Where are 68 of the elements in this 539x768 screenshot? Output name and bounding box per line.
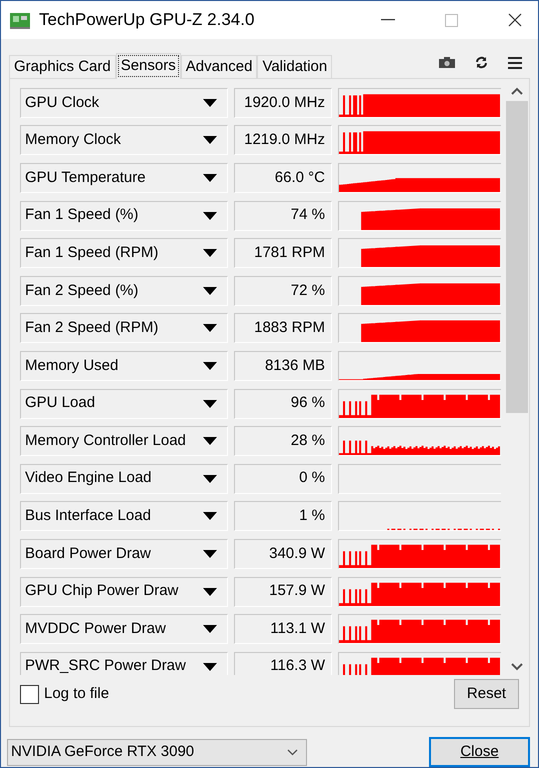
close-button[interactable]: Close: [429, 737, 530, 767]
scrollbar-thumb[interactable]: [506, 101, 528, 413]
sensor-value: 72 %: [234, 276, 332, 306]
chevron-icon: [287, 748, 298, 756]
sensor-value: 8136 MB: [234, 350, 332, 381]
sensor-dropdown[interactable]: Memory Clock: [20, 125, 228, 156]
sensor-value: 340.9 W: [234, 538, 332, 569]
scroll-up-icon[interactable]: [511, 87, 524, 95]
sensor-dropdown[interactable]: Fan 2 Speed (%): [20, 276, 228, 306]
minimize-icon[interactable]: [381, 19, 395, 21]
sensor-dropdown[interactable]: GPU Temperature: [20, 162, 228, 193]
dropdown-arrow-icon: [203, 249, 217, 258]
sensor-dropdown[interactable]: Fan 1 Speed (RPM): [20, 238, 228, 268]
sensor-dropdown[interactable]: Memory Used: [20, 350, 228, 381]
sensor-value: 1920.0 MHz: [234, 88, 332, 118]
camera-icon[interactable]: [439, 57, 455, 68]
dropdown-arrow-icon: [203, 550, 217, 558]
sensor-value: 66.0 °C: [234, 162, 332, 193]
tab[interactable]: Graphics Card: [9, 55, 116, 79]
dropdown-arrow-icon: [203, 136, 217, 144]
sensor-dropdown[interactable]: Fan 1 Speed (%): [20, 200, 228, 231]
tab[interactable]: Validation: [257, 55, 332, 79]
sensor-value: 0 %: [234, 464, 332, 494]
sensor-dropdown[interactable]: GPU Clock: [20, 88, 228, 118]
gpu-dropdown[interactable]: NVIDIA GeForce RTX 3090: [7, 738, 307, 766]
reset-button[interactable]: Reset: [454, 679, 519, 709]
window-title: TechPowerUp GPU-Z 2.34.0: [39, 9, 254, 32]
dropdown-arrow-icon: [203, 588, 217, 596]
tab[interactable]: Sensors: [116, 53, 181, 79]
sensor-dropdown[interactable]: GPU Load: [20, 388, 228, 419]
checkbox[interactable]: [20, 684, 39, 704]
dropdown-arrow-icon: [203, 512, 217, 520]
dropdown-arrow-icon: [203, 212, 217, 220]
dropdown-arrow-icon: [203, 174, 217, 182]
sensor-value: 1 %: [234, 501, 332, 532]
sensor-dropdown[interactable]: Video Engine Load: [20, 464, 228, 494]
sensor-dropdown[interactable]: Board Power Draw: [20, 538, 228, 569]
sensor-value: 28 %: [234, 426, 332, 456]
close-icon[interactable]: [508, 13, 522, 27]
checkbox-label: Log to file: [44, 684, 110, 704]
scroll-down-icon[interactable]: [511, 663, 524, 671]
sensor-value: 1781 RPM: [234, 238, 332, 268]
sensor-value: 1883 RPM: [234, 313, 332, 344]
dropdown-arrow-icon: [203, 662, 217, 671]
dropdown-arrow-icon: [203, 286, 217, 295]
tab[interactable]: Advanced: [180, 55, 258, 79]
dropdown-arrow-icon: [203, 474, 217, 483]
sensor-dropdown[interactable]: Bus Interface Load: [20, 501, 228, 532]
menu-icon[interactable]: [508, 56, 522, 68]
dropdown-arrow-icon: [203, 362, 217, 370]
sensor-value: 74 %: [234, 200, 332, 231]
sensor-dropdown[interactable]: Fan 2 Speed (RPM): [20, 313, 228, 344]
refresh-icon[interactable]: [475, 56, 488, 69]
sensor-value: 96 %: [234, 388, 332, 419]
dropdown-arrow-icon: [203, 324, 217, 332]
dropdown-arrow-icon: [203, 400, 217, 408]
dropdown-arrow-icon: [203, 625, 217, 634]
sensor-dropdown[interactable]: Memory Controller Load: [20, 426, 228, 456]
sensor-dropdown[interactable]: GPU Chip Power Draw: [20, 576, 228, 607]
sensor-dropdown[interactable]: PWR_SRC Power Draw: [20, 652, 228, 675]
sensor-value: 1219.0 MHz: [234, 125, 332, 156]
sensor-value: 157.9 W: [234, 576, 332, 607]
sensor-value: 116.3 W: [234, 652, 332, 675]
app-icon: [9, 11, 31, 29]
sensor-dropdown[interactable]: MVDDC Power Draw: [20, 614, 228, 644]
dropdown-arrow-icon: [203, 437, 217, 446]
dropdown-arrow-icon: [203, 98, 217, 107]
sensor-value: 113.1 W: [234, 614, 332, 644]
